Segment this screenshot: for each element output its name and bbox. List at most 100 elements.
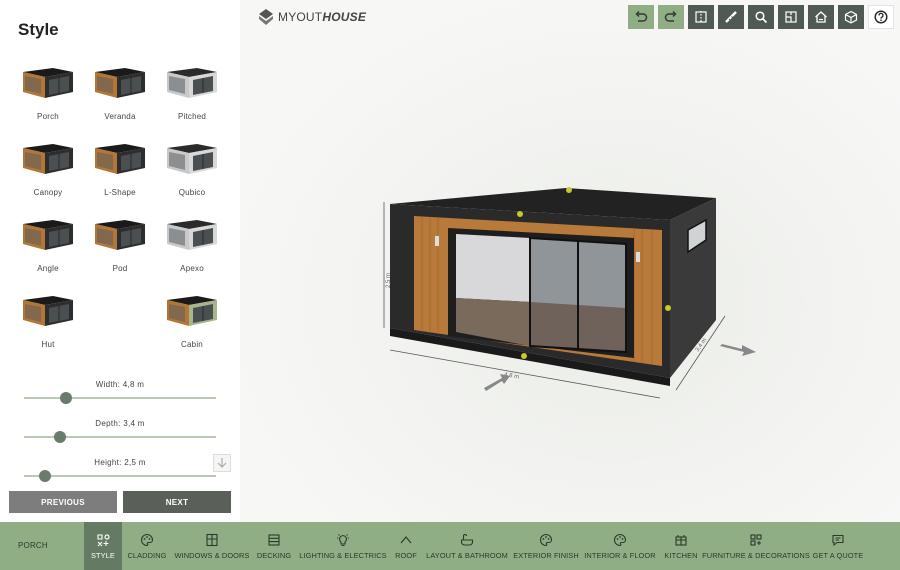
style-option[interactable]: Cabin bbox=[156, 290, 228, 356]
style-option-label: Apexo bbox=[180, 264, 204, 273]
style-option[interactable]: Pod bbox=[84, 214, 156, 280]
quote-icon bbox=[831, 533, 845, 547]
style-grid: Porch Veranda Pitched Canopy L-Shape Qubico An… bbox=[12, 62, 228, 356]
window-icon bbox=[205, 533, 219, 547]
style-option[interactable]: Hut bbox=[12, 290, 84, 356]
tab-label: INTERIOR & FLOOR bbox=[584, 550, 656, 560]
style-option[interactable]: Porch bbox=[12, 62, 84, 128]
palette-icon bbox=[613, 533, 627, 547]
logo: MYOUTHOUSE bbox=[258, 8, 366, 26]
interior-wall bbox=[456, 234, 530, 302]
style-icon bbox=[96, 533, 110, 547]
style-option[interactable]: Veranda bbox=[84, 62, 156, 128]
bath-icon bbox=[460, 533, 474, 547]
redo-icon[interactable] bbox=[658, 5, 684, 29]
furniture-icon bbox=[749, 533, 763, 547]
style-thumbnail bbox=[23, 296, 73, 326]
height-knob[interactable] bbox=[39, 470, 52, 482]
bulb-icon bbox=[336, 533, 350, 547]
tab-label: FURNITURE & DECORATIONS bbox=[702, 550, 810, 560]
style-option[interactable]: Qubico bbox=[156, 138, 228, 204]
palette-icon bbox=[140, 533, 154, 547]
tab-label: LAYOUT & BATHROOM bbox=[426, 550, 508, 560]
logo-text: MYOUTHOUSE bbox=[278, 10, 367, 24]
style-thumbnail bbox=[23, 68, 73, 98]
help-icon[interactable] bbox=[868, 5, 894, 29]
tab-label: WINDOWS & DOORS bbox=[174, 550, 250, 560]
height-track[interactable] bbox=[24, 470, 216, 482]
style-option-label: L-Shape bbox=[104, 188, 136, 197]
bottom-nav: PORCH STYLE CLADDING WINDOWS & DOORS DECKIN… bbox=[0, 522, 900, 570]
style-thumbnail bbox=[167, 220, 217, 250]
tab-label: DECKING bbox=[256, 550, 292, 560]
style-option[interactable]: Apexo bbox=[156, 214, 228, 280]
undo-icon[interactable] bbox=[628, 5, 654, 29]
mirror-icon[interactable] bbox=[688, 5, 714, 29]
width-track[interactable] bbox=[24, 392, 216, 404]
tab-style[interactable]: STYLE bbox=[84, 522, 122, 570]
floorplan-icon[interactable] bbox=[778, 5, 804, 29]
style-thumbnail bbox=[167, 144, 217, 174]
measure-icon[interactable] bbox=[718, 5, 744, 29]
tab-furniture-decorations[interactable]: FURNITURE & DECORATIONS bbox=[702, 522, 810, 570]
wall-light-right bbox=[636, 252, 640, 262]
tab-kitchen[interactable]: KITCHEN bbox=[662, 522, 700, 570]
tab-decking[interactable]: DECKING bbox=[254, 522, 294, 570]
move-arrow-side[interactable] bbox=[720, 344, 756, 356]
panel-title: Style bbox=[18, 20, 59, 39]
style-option-label: Hut bbox=[41, 340, 55, 349]
house-view-icon[interactable] bbox=[808, 5, 834, 29]
style-option bbox=[84, 290, 156, 356]
width-knob[interactable] bbox=[60, 392, 73, 404]
style-option-label: Angle bbox=[37, 264, 59, 273]
style-thumbnail bbox=[95, 220, 145, 250]
tab-roof[interactable]: ROOF bbox=[392, 522, 420, 570]
tab-label: STYLE bbox=[91, 550, 115, 560]
palette-icon bbox=[539, 533, 553, 547]
resize-handle-bottom[interactable] bbox=[521, 353, 527, 359]
style-thumbnail bbox=[95, 68, 145, 98]
style-option-label: Canopy bbox=[33, 188, 63, 197]
style-thumbnail bbox=[95, 144, 145, 174]
style-option[interactable]: Canopy bbox=[12, 138, 84, 204]
tab-label: LIGHTING & ELECTRICS bbox=[299, 550, 387, 560]
previous-button[interactable]: PREVIOUS bbox=[9, 491, 117, 513]
3d-cube-icon[interactable] bbox=[838, 5, 864, 29]
style-option[interactable]: L-Shape bbox=[84, 138, 156, 204]
width-label: Width: 4,8 m bbox=[95, 380, 145, 389]
style-option-label: Cabin bbox=[181, 340, 203, 349]
tab-label: KITCHEN bbox=[664, 550, 698, 560]
zoom-icon[interactable] bbox=[748, 5, 774, 29]
resize-handle-top[interactable] bbox=[566, 187, 572, 193]
tab-get-a-quote[interactable]: GET A QUOTE bbox=[812, 522, 864, 570]
style-option-label: Qubico bbox=[178, 188, 206, 197]
style-option-label: Pod bbox=[112, 264, 128, 273]
wall-light-left bbox=[435, 236, 439, 246]
height-label: Height: 2,5 m bbox=[94, 458, 146, 467]
tab-lighting-electrics[interactable]: LIGHTING & ELECTRICS bbox=[299, 522, 387, 570]
view-toolbar bbox=[628, 5, 894, 29]
depth-knob[interactable] bbox=[54, 431, 67, 443]
tab-layout-bathroom[interactable]: LAYOUT & BATHROOM bbox=[426, 522, 508, 570]
tab-windows-doors[interactable]: WINDOWS & DOORS bbox=[174, 522, 250, 570]
tab-label: GET A QUOTE bbox=[812, 550, 864, 560]
tab-interior-floor[interactable]: INTERIOR & FLOOR bbox=[584, 522, 656, 570]
scroll-down-icon[interactable] bbox=[213, 454, 231, 472]
tab-label: CLADDING bbox=[127, 550, 167, 560]
next-button[interactable]: NEXT bbox=[123, 491, 231, 513]
tab-label: ROOF bbox=[395, 550, 417, 560]
style-option[interactable]: Pitched bbox=[156, 62, 228, 128]
depth-track[interactable] bbox=[24, 431, 216, 443]
resize-handle-side[interactable] bbox=[665, 305, 671, 311]
tab-exterior-finish[interactable]: EXTERIOR FINISH bbox=[513, 522, 579, 570]
height-slider[interactable]: Height: 2,5 m bbox=[24, 458, 216, 482]
garden-room-model[interactable]: 2,5 m 4,8 m 3,4 m bbox=[380, 180, 760, 410]
width-slider[interactable]: Width: 4,8 m bbox=[24, 380, 216, 404]
depth-slider[interactable]: Depth: 3,4 m bbox=[24, 419, 216, 443]
resize-handle-roof[interactable] bbox=[517, 211, 523, 217]
decking-icon bbox=[267, 533, 281, 547]
tab-cladding[interactable]: CLADDING bbox=[124, 522, 170, 570]
tab-label: EXTERIOR FINISH bbox=[513, 550, 579, 560]
move-arrow-front[interactable] bbox=[484, 374, 510, 391]
style-option[interactable]: Angle bbox=[12, 214, 84, 280]
